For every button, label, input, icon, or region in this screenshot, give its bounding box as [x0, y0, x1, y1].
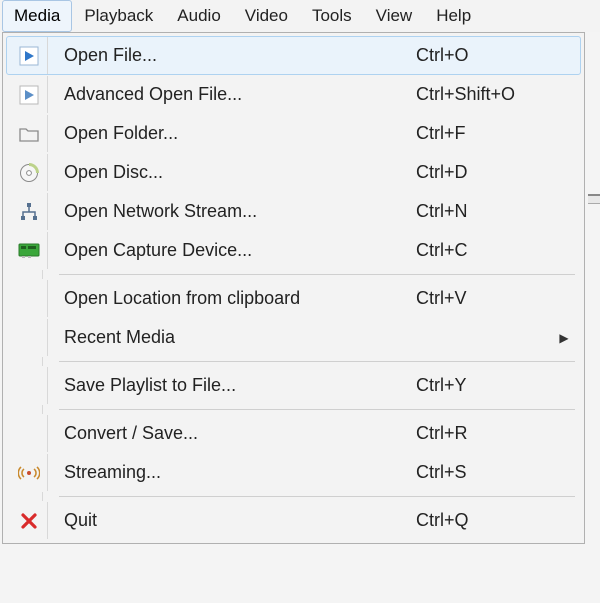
menu-item-label: Convert / Save... [64, 423, 416, 444]
menubar-label: Tools [312, 6, 352, 26]
menu-item-streaming[interactable]: Streaming... Ctrl+S [6, 453, 581, 492]
menubar-item-media[interactable]: Media [2, 0, 72, 32]
menubar-label: Media [14, 6, 60, 26]
media-menu-dropdown: Open File... Ctrl+O Advanced Open File..… [2, 32, 585, 544]
menu-item-accel: Ctrl+O [416, 45, 556, 66]
menu-item-label: Open Network Stream... [64, 201, 416, 222]
play-file-icon [19, 85, 39, 105]
menu-item-open-file[interactable]: Open File... Ctrl+O [6, 36, 581, 75]
menu-item-open-folder[interactable]: Open Folder... Ctrl+F [6, 114, 581, 153]
menu-item-accel: Ctrl+N [416, 201, 556, 222]
network-icon [19, 202, 39, 222]
menubar-label: Video [245, 6, 288, 26]
menu-item-accel: Ctrl+S [416, 462, 556, 483]
menu-item-label: Open Capture Device... [64, 240, 416, 261]
menu-item-label: Recent Media [64, 327, 416, 348]
menu-item-accel: Ctrl+Y [416, 375, 556, 396]
menu-item-label: Open Disc... [64, 162, 416, 183]
menu-item-label: Open Location from clipboard [64, 288, 416, 309]
menu-item-open-network-stream[interactable]: Open Network Stream... Ctrl+N [6, 192, 581, 231]
menu-separator [6, 270, 581, 279]
menu-item-label: Streaming... [64, 462, 416, 483]
play-file-icon [19, 46, 39, 66]
menu-item-open-location-clipboard[interactable]: Open Location from clipboard Ctrl+V [6, 279, 581, 318]
menu-item-label: Quit [64, 510, 416, 531]
menu-item-label: Open Folder... [64, 123, 416, 144]
menu-separator [6, 492, 581, 501]
menu-item-save-playlist[interactable]: Save Playlist to File... Ctrl+Y [6, 366, 581, 405]
menu-item-open-capture-device[interactable]: Open Capture Device... Ctrl+C [6, 231, 581, 270]
streaming-icon [18, 465, 40, 481]
menu-separator [6, 357, 581, 366]
menubar-item-playback[interactable]: Playback [72, 0, 165, 32]
folder-icon [19, 125, 39, 143]
menubar-item-view[interactable]: View [364, 0, 425, 32]
menu-item-label: Advanced Open File... [64, 84, 416, 105]
menubar-item-tools[interactable]: Tools [300, 0, 364, 32]
menu-item-recent-media[interactable]: Recent Media ▶ [6, 318, 581, 357]
background-panel-edge [588, 194, 600, 204]
menu-item-accel: Ctrl+Shift+O [416, 84, 556, 105]
menu-item-accel: Ctrl+R [416, 423, 556, 444]
menubar-item-help[interactable]: Help [424, 0, 483, 32]
menu-item-open-disc[interactable]: Open Disc... Ctrl+D [6, 153, 581, 192]
menubar-label: Playback [84, 6, 153, 26]
disc-icon [19, 163, 39, 183]
menu-item-convert-save[interactable]: Convert / Save... Ctrl+R [6, 414, 581, 453]
menu-item-quit[interactable]: Quit Ctrl+Q [6, 501, 581, 540]
menu-item-label: Open File... [64, 45, 416, 66]
menu-item-label: Save Playlist to File... [64, 375, 416, 396]
menu-item-accel: Ctrl+Q [416, 510, 556, 531]
menu-item-accel: Ctrl+C [416, 240, 556, 261]
menubar-label: Audio [177, 6, 220, 26]
menubar-label: Help [436, 6, 471, 26]
menubar-item-audio[interactable]: Audio [165, 0, 232, 32]
menubar-label: View [376, 6, 413, 26]
submenu-arrow-icon: ▶ [559, 331, 568, 345]
menu-item-accel: Ctrl+F [416, 123, 556, 144]
menu-item-accel: Ctrl+D [416, 162, 556, 183]
capture-card-icon [18, 243, 40, 259]
menu-item-advanced-open-file[interactable]: Advanced Open File... Ctrl+Shift+O [6, 75, 581, 114]
menu-separator [6, 405, 581, 414]
menubar-item-video[interactable]: Video [233, 0, 300, 32]
close-icon [20, 512, 38, 530]
menubar: Media Playback Audio Video Tools View He… [0, 0, 600, 32]
menu-item-accel: Ctrl+V [416, 288, 556, 309]
